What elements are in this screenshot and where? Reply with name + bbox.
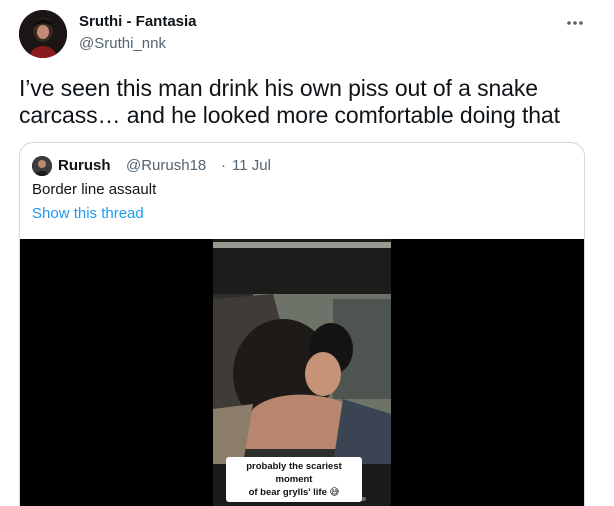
video-progress-bar[interactable]: [226, 497, 366, 501]
author-handle[interactable]: @Sruthi_nnk: [79, 35, 166, 52]
meta-separator: ·: [221, 157, 226, 174]
author-avatar[interactable]: [19, 10, 67, 58]
tweet-text: I’ve seen this man drink his own piss ou…: [19, 75, 560, 128]
tweet-card: Sruthi - Fantasia @Sruthi_nnk I’ve seen …: [0, 0, 614, 506]
quoted-author-name: Rurush: [58, 157, 111, 174]
author-name[interactable]: Sruthi - Fantasia: [79, 13, 197, 30]
video-caption: probably the scariest moment of bear gry…: [226, 457, 362, 502]
more-options-button[interactable]: [560, 8, 590, 36]
show-thread-link[interactable]: Show this thread: [32, 205, 144, 222]
more-dots-icon: [566, 13, 584, 31]
quoted-tweet[interactable]: Rurush @Rurush18 · 11 Jul Border line as…: [19, 142, 585, 506]
video-player[interactable]: probably the scariest moment of bear gry…: [20, 239, 584, 506]
quoted-author-avatar: [32, 156, 52, 176]
quoted-tweet-date: 11 Jul: [232, 157, 271, 174]
quoted-author-handle: @Rurush18: [126, 157, 207, 174]
video-caption-line-1: probably the scariest moment: [246, 461, 342, 485]
quoted-tweet-text: Border line assault: [32, 181, 157, 198]
